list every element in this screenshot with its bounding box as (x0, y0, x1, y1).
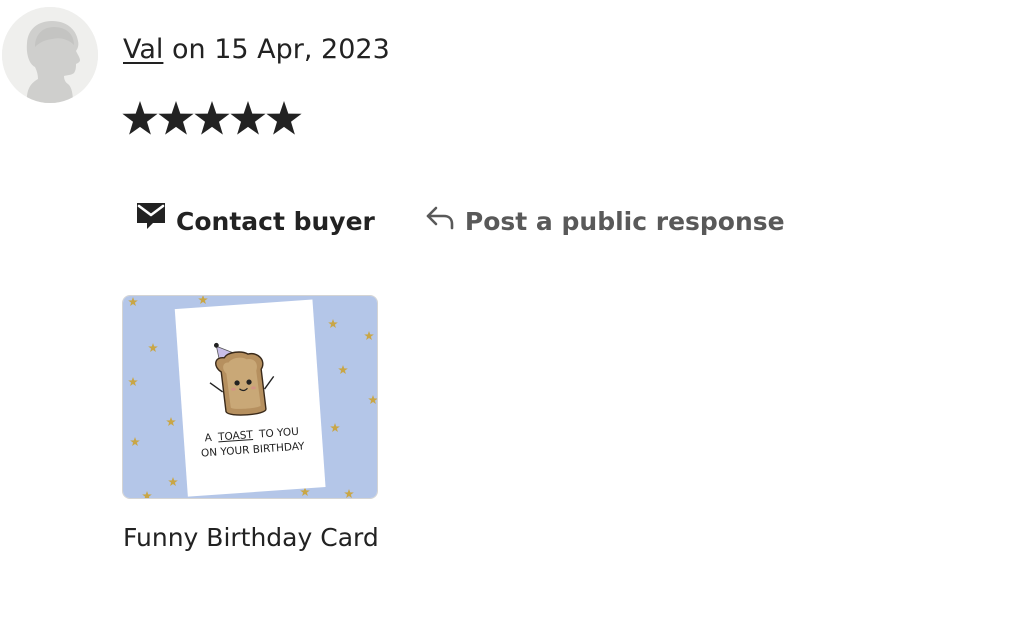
product-thumbnail[interactable]: A TOAST TO YOU ON YOUR BIRTHDAY (122, 295, 378, 499)
reviewer-name-link[interactable]: Val (123, 34, 163, 65)
review-actions: Contact buyer Post a public response (136, 200, 785, 244)
star-icon (194, 101, 230, 135)
contact-buyer-label: Contact buyer (176, 207, 375, 236)
post-public-response-button[interactable]: Post a public response (425, 200, 785, 244)
star-icon (266, 101, 302, 135)
card-text-a: A (204, 432, 213, 445)
review-byline: Val on 15 Apr, 2023 (123, 32, 390, 68)
review-date: on 15 Apr, 2023 (163, 34, 390, 65)
product-image: A TOAST TO YOU ON YOUR BIRTHDAY (123, 296, 377, 498)
message-icon (136, 200, 166, 244)
contact-buyer-button[interactable]: Contact buyer (136, 200, 375, 244)
reviewer-avatar[interactable] (2, 7, 98, 103)
default-avatar-icon (2, 7, 98, 103)
product-title-link[interactable]: Funny Birthday Card (123, 521, 379, 555)
reply-arrow-icon (425, 200, 455, 244)
star-icon (122, 101, 158, 135)
review-card: Val on 15 Apr, 2023 Contact buyer Post a… (0, 0, 1032, 620)
card-text-toast: TOAST (217, 429, 254, 444)
star-icon (230, 101, 266, 135)
post-public-response-label: Post a public response (464, 207, 785, 236)
star-icon (158, 101, 194, 135)
star-rating (122, 99, 302, 139)
